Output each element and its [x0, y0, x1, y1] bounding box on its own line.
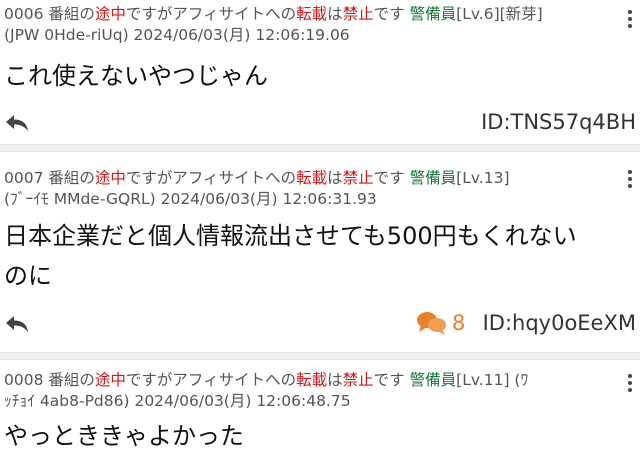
post-header: 0006 番組の途中ですがアフィサイトへの転載は禁止です 警備員[Lv.6][新…: [4, 4, 612, 46]
post-number[interactable]: 0008: [4, 371, 43, 389]
speech-bubbles-icon: [417, 312, 446, 335]
poster-id[interactable]: ID:hqy0oEeXM: [483, 311, 636, 335]
poster-name[interactable]: 警備員: [410, 371, 457, 389]
reply-icon[interactable]: [4, 113, 30, 133]
post-0008: 0008 番組の途中ですがアフィサイトへの転載は禁止です 警備員[Lv.11] …: [0, 364, 640, 455]
post-divider: [0, 352, 640, 360]
post-0007: 0007 番組の途中ですがアフィサイトへの転載は禁止です 警備員[Lv.13] …: [0, 158, 640, 348]
post-meta: (ﾌﾞｰｲﾓ MMde-GQRL) 2024/06/03(月) 12:06:31…: [4, 190, 377, 208]
poster-name[interactable]: 警備員: [410, 169, 457, 187]
post-0006: 0006 番組の途中ですがアフィサイトへの転載は禁止です 警備員[Lv.6][新…: [0, 0, 640, 140]
poster-level: [Lv.11] (ﾜ: [456, 371, 529, 389]
thread-title: 番組の途中ですがアフィサイトへの転載は禁止です: [48, 371, 405, 389]
poster-level: [Lv.6][新芽]: [456, 5, 543, 23]
post-body: 日本企業だと個人情報流出させても500円もくれない のに: [4, 216, 636, 296]
poster-name[interactable]: 警備員: [410, 5, 457, 23]
reply-icon[interactable]: [4, 314, 30, 334]
post-body-line: 日本企業だと個人情報流出させても500円もくれない: [4, 222, 577, 250]
post-header: 0008 番組の途中ですがアフィサイトへの転載は禁止です 警備員[Lv.11] …: [4, 370, 612, 412]
post-body: やっとききゃよかった: [4, 422, 244, 450]
reply-count[interactable]: 8: [416, 310, 465, 336]
poster-id[interactable]: ID:TNS57q4BH: [481, 110, 636, 134]
more-menu-icon[interactable]: [628, 374, 632, 395]
thread-title: 番組の途中ですがアフィサイトへの転載は禁止です: [48, 169, 405, 187]
poster-level: [Lv.13]: [456, 169, 510, 187]
post-number[interactable]: 0006: [4, 5, 43, 23]
post-divider: [0, 144, 640, 152]
thread-title: 番組の途中ですがアフィサイトへの転載は禁止です: [48, 5, 405, 23]
post-meta: ｯﾁｮｲ 4ab8-Pd86) 2024/06/03(月) 12:06:48.7…: [4, 392, 351, 410]
post-number[interactable]: 0007: [4, 169, 43, 187]
more-menu-icon[interactable]: [628, 10, 632, 31]
reply-count-number: 8: [452, 311, 466, 335]
more-menu-icon[interactable]: [628, 170, 632, 191]
post-body: これ使えないやつじゃん: [4, 62, 268, 90]
post-header: 0007 番組の途中ですがアフィサイトへの転載は禁止です 警備員[Lv.13] …: [4, 168, 612, 210]
post-meta: (JPW 0Hde-riUq) 2024/06/03(月) 12:06:19.0…: [4, 26, 350, 44]
post-body-line: のに: [4, 262, 52, 290]
